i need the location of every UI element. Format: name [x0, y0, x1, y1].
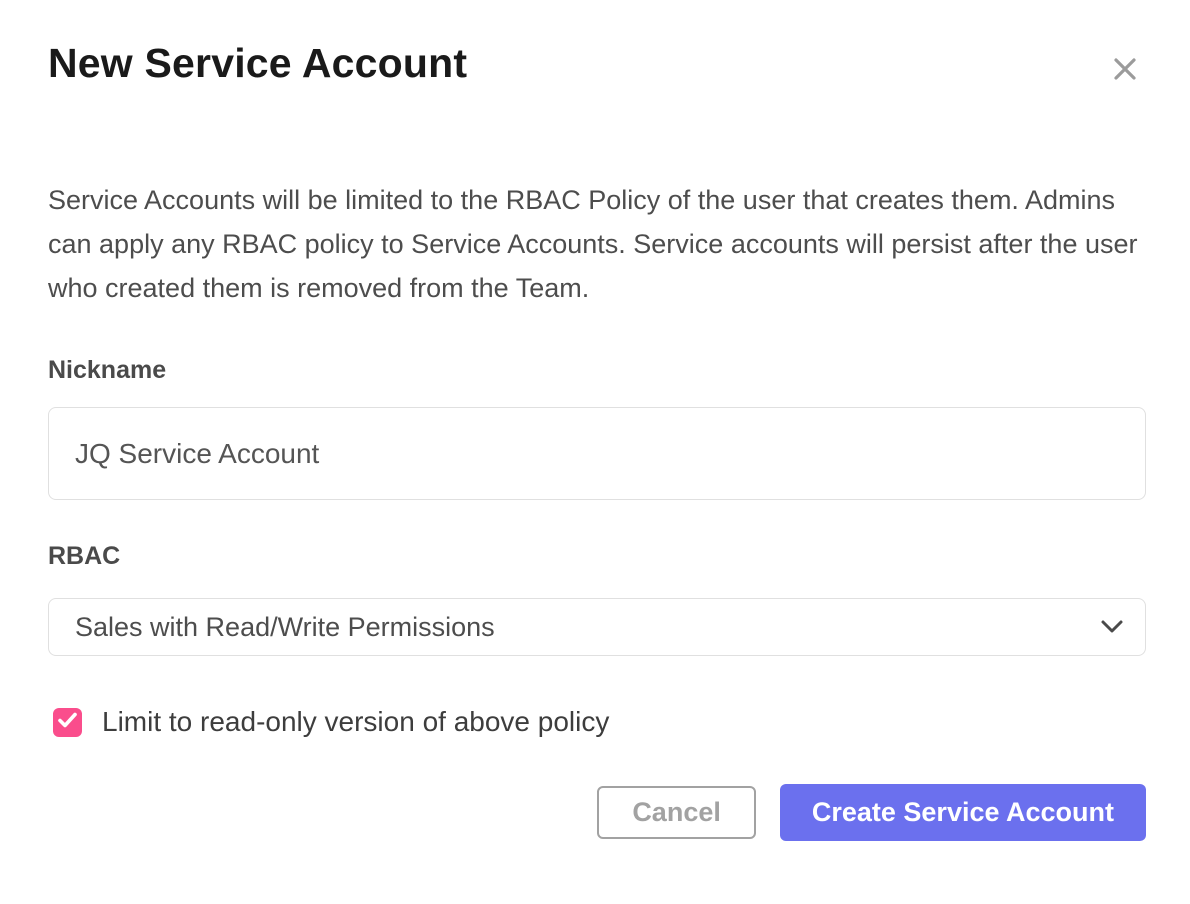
modal-header: New Service Account: [48, 40, 1146, 90]
checkmark-icon: [58, 712, 77, 733]
nickname-field-group: Nickname: [48, 356, 1146, 500]
rbac-field-group: RBAC Sales with Read/Write Permissions: [48, 542, 1146, 656]
readonly-checkbox-row[interactable]: Limit to read-only version of above poli…: [53, 706, 1146, 738]
rbac-label: RBAC: [48, 542, 1146, 571]
modal-description: Service Accounts will be limited to the …: [48, 178, 1146, 310]
rbac-select[interactable]: Sales with Read/Write Permissions: [48, 598, 1146, 656]
close-icon: [1110, 72, 1140, 87]
nickname-label: Nickname: [48, 356, 1146, 385]
modal-footer: Cancel Create Service Account: [48, 784, 1146, 841]
cancel-button[interactable]: Cancel: [597, 786, 756, 839]
rbac-select-wrap: Sales with Read/Write Permissions: [48, 598, 1146, 656]
modal-title: New Service Account: [48, 40, 467, 87]
readonly-checkbox[interactable]: [53, 708, 82, 737]
create-service-account-button[interactable]: Create Service Account: [780, 784, 1146, 841]
readonly-checkbox-label: Limit to read-only version of above poli…: [102, 706, 609, 738]
nickname-input[interactable]: [48, 407, 1146, 500]
close-button[interactable]: [1104, 48, 1146, 90]
new-service-account-modal: New Service Account Service Accounts wil…: [0, 0, 1190, 904]
